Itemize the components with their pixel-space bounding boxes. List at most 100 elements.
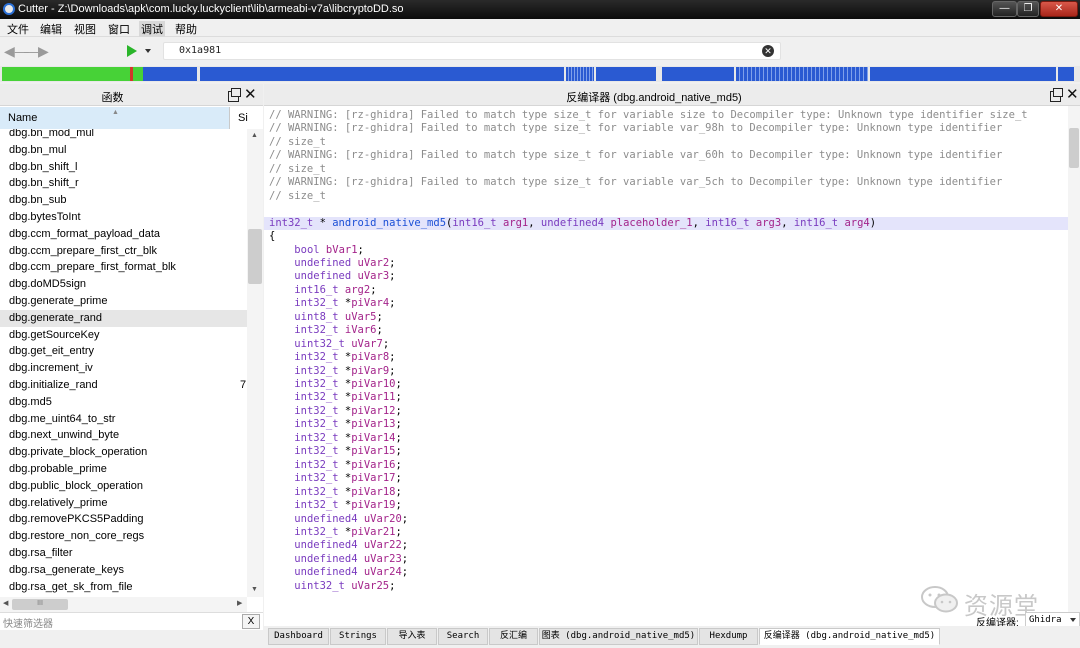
function-list-item[interactable]: dbg.removePKCS5Padding [0,511,247,528]
scroll-up-icon[interactable]: ▲ [251,132,258,139]
code-line[interactable]: undefined uVar2; [269,257,395,271]
function-list-item[interactable]: dbg.restore_non_core_regs [0,528,247,545]
function-list-item[interactable]: dbg.probable_prime [0,461,247,478]
function-list-item[interactable]: dbg.rsa_generate_keys [0,562,247,579]
code-line[interactable]: undefined4 uVar20; [269,513,408,527]
code-line[interactable]: undefined4 uVar23; [269,553,408,567]
code-line[interactable]: int32_t *piVar4; [269,297,395,311]
bottom-tab[interactable]: 图表 (dbg.android_native_md5) [539,628,698,645]
function-list-item[interactable]: dbg.rsa_get_sk_from_file [0,579,247,596]
column-header-size[interactable]: Si [238,107,248,129]
code-line[interactable]: // size_t [269,136,326,150]
scrollbar-thumb[interactable] [1069,128,1079,168]
code-line[interactable]: uint32_t uVar7; [269,338,389,352]
scroll-left-icon[interactable]: ◀ [3,599,8,607]
function-list-item[interactable]: dbg.bn_shift_l [0,159,247,176]
bottom-tab[interactable]: Search [438,628,488,645]
float-panel-icon[interactable] [1050,88,1063,102]
bottom-tab[interactable]: 反汇编 [489,628,538,645]
chevron-down-icon[interactable] [145,49,151,53]
code-line[interactable]: // WARNING: [rz-ghidra] Failed to match … [269,122,1002,136]
bottom-tab[interactable]: Dashboard [268,628,329,645]
decompiler-vertical-scrollbar[interactable] [1068,106,1080,626]
overview-bar[interactable] [0,66,1080,82]
close-panel-icon[interactable]: ✕ [244,87,257,102]
maximize-button[interactable]: ❐ [1017,1,1039,17]
quick-filter-clear-button[interactable]: X [242,614,260,629]
quick-filter-input[interactable]: 快速筛选器 [3,615,53,630]
code-line[interactable]: undefined4 uVar22; [269,539,408,553]
address-input[interactable]: 0x1a981 [163,42,781,60]
code-line[interactable]: int32_t *piVar19; [269,499,402,513]
decompiled-code[interactable]: // WARNING: [rz-ghidra] Failed to match … [264,106,1068,626]
function-list-item[interactable]: dbg.md5 [0,394,247,411]
function-list-item[interactable]: dbg.ccm_format_payload_data [0,226,247,243]
code-line[interactable]: uint32_t uVar25; [269,580,395,594]
code-line[interactable]: int32_t *piVar18; [269,486,402,500]
menu-edit[interactable]: 编辑 [38,21,64,37]
bottom-tab[interactable]: Strings [330,628,386,645]
menu-file[interactable]: 文件 [5,21,31,37]
code-line[interactable]: // size_t [269,163,326,177]
code-line[interactable]: // size_t [269,190,326,204]
code-line[interactable]: undefined4 uVar24; [269,566,408,580]
code-line[interactable]: int32_t *piVar9; [269,365,395,379]
function-list-item[interactable]: dbg.doMD5sign [0,276,247,293]
function-list-item[interactable]: dbg.bytesToInt [0,209,247,226]
code-line[interactable]: int32_t *piVar15; [269,445,402,459]
function-list-item[interactable]: dbg.get_eit_entry [0,343,247,360]
code-line[interactable]: int16_t arg2; [269,284,376,298]
function-list-item[interactable]: dbg.relatively_prime [0,495,247,512]
function-list-item[interactable]: dbg.increment_iv [0,360,247,377]
code-line[interactable]: int32_t *piVar14; [269,432,402,446]
code-line[interactable]: // WARNING: [rz-ghidra] Failed to match … [269,176,1002,190]
function-list-item[interactable]: dbg.getSourceKey [0,327,247,344]
function-list-item[interactable]: dbg.initialize_rand 7 [0,377,247,394]
close-panel-icon[interactable]: ✕ [1066,87,1079,102]
code-line[interactable]: bool bVar1; [269,244,364,258]
forward-arrow-icon[interactable]: —▶ [24,44,49,58]
code-line[interactable]: int32_t *piVar12; [269,405,402,419]
code-line[interactable]: int32_t *piVar16; [269,459,402,473]
clear-icon[interactable]: ✕ [762,45,774,57]
function-list-item[interactable]: dbg.ccm_prepare_first_ctr_blk [0,243,247,260]
close-button[interactable]: ✕ [1040,1,1078,17]
menu-debug[interactable]: 调试 [139,21,165,37]
minimize-button[interactable]: — [992,1,1017,17]
function-list-item[interactable]: dbg.private_block_operation [0,444,247,461]
code-line[interactable]: uint8_t uVar5; [269,311,383,325]
play-icon[interactable] [127,45,137,57]
code-line[interactable]: int32_t *piVar8; [269,351,395,365]
functions-vertical-scrollbar[interactable]: ▲ ▼ [247,129,263,597]
function-list-item[interactable]: dbg.rsa_filter [0,545,247,562]
code-line[interactable]: int32_t *piVar21; [269,526,402,540]
code-line[interactable]: int32_t *piVar17; [269,472,402,486]
function-list-item[interactable]: dbg.ccm_prepare_first_format_blk [0,259,247,276]
bottom-tab[interactable]: Hexdump [699,628,758,645]
function-list-item[interactable]: dbg.next_unwind_byte [0,427,247,444]
functions-horizontal-scrollbar[interactable]: ◀ III ▶ [0,597,247,612]
function-list-item[interactable]: dbg.bn_mul [0,142,247,159]
column-header-name[interactable]: ▲ Name [0,107,230,129]
function-list-item[interactable]: dbg.generate_prime [0,293,247,310]
bottom-tab[interactable]: 导入表 [387,628,437,645]
scroll-down-icon[interactable]: ▼ [251,586,258,593]
menu-window[interactable]: 窗口 [106,21,132,37]
code-line[interactable]: int32_t *piVar13; [269,418,402,432]
function-list-item[interactable]: dbg.public_block_operation [0,478,247,495]
function-list-item[interactable]: dbg.generate_rand [0,309,247,327]
function-list-item[interactable]: dbg.bn_shift_r [0,175,247,192]
scrollbar-thumb[interactable] [248,229,262,284]
scrollbar-thumb[interactable]: III [12,599,68,610]
code-line[interactable]: int32_t * android_native_md5(int16_t arg… [269,217,876,231]
scroll-right-icon[interactable]: ▶ [237,599,242,607]
code-line[interactable]: undefined uVar3; [269,270,395,284]
bottom-tab[interactable]: 反编译器 (dbg.android_native_md5) [759,628,940,645]
code-line[interactable]: int32_t *piVar10; [269,378,402,392]
code-line[interactable]: int32_t iVar6; [269,324,383,338]
float-panel-icon[interactable] [228,88,241,102]
code-line[interactable]: { [269,230,275,244]
menu-view[interactable]: 视图 [72,21,98,37]
code-line[interactable]: // WARNING: [rz-ghidra] Failed to match … [269,149,1002,163]
function-list-item[interactable]: dbg.me_uint64_to_str [0,411,247,428]
